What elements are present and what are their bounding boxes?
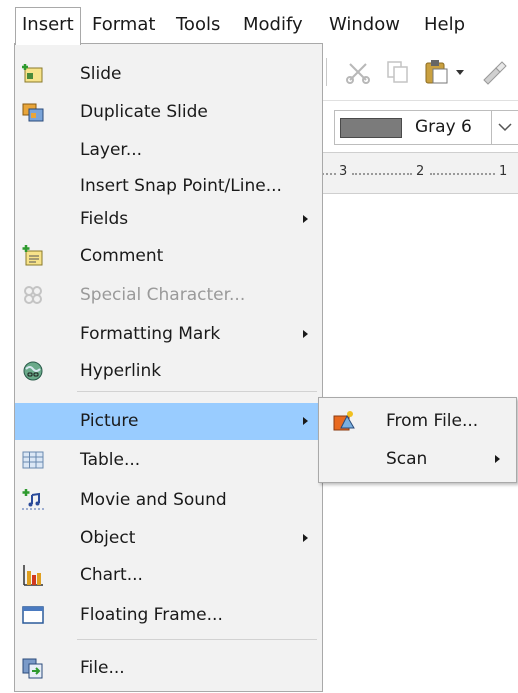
clone-formatting-icon[interactable]: [480, 58, 508, 86]
ruler-dots: [430, 173, 495, 176]
menu-item-label: Formatting Mark: [80, 324, 221, 344]
line-fill-toolbar: Gray 6: [322, 100, 518, 153]
paste-icon[interactable]: [422, 58, 450, 86]
menu-item-label: Picture: [80, 411, 139, 431]
menu-tools[interactable]: Tools: [170, 8, 226, 42]
comment-icon: [22, 245, 44, 267]
copy-icon[interactable]: [384, 58, 412, 86]
table-icon: [22, 449, 44, 471]
menu-window[interactable]: Window: [323, 8, 406, 42]
ruler-tick-label: 3: [339, 164, 348, 179]
submenu-arrow-icon: [303, 215, 308, 223]
submenu-arrow-icon: [303, 534, 308, 542]
menu-item-floating-frame[interactable]: Floating Frame...: [15, 597, 322, 633]
menu-item-label: Object: [80, 528, 136, 548]
menu-item-label: Insert Snap Point/Line...: [80, 176, 282, 196]
menu-item-slide[interactable]: Slide: [15, 56, 322, 92]
menu-modify[interactable]: Modify: [237, 8, 309, 42]
submenu-arrow-icon: [303, 417, 308, 425]
submenu-arrow-icon: [495, 455, 500, 463]
picture-submenu: From File... Scan: [318, 397, 517, 483]
menu-help[interactable]: Help: [418, 8, 471, 42]
menu-item-fields[interactable]: Fields: [15, 201, 322, 237]
file-icon: [22, 657, 44, 679]
horizontal-ruler: 3 2 1: [322, 152, 518, 194]
menu-item-label: Layer...: [80, 140, 143, 160]
menu-item-label: Table...: [80, 450, 141, 470]
slide-icon: [22, 63, 44, 85]
fill-color-dropdown[interactable]: Gray 6: [334, 110, 518, 145]
menu-item-chart[interactable]: Chart...: [15, 557, 322, 593]
duplicate-slide-icon: [22, 101, 44, 123]
fill-color-label: Gray 6: [415, 117, 472, 137]
menu-item-duplicate-slide[interactable]: Duplicate Slide: [15, 94, 322, 130]
menu-item-picture[interactable]: Picture: [15, 403, 322, 440]
menu-item-label: Duplicate Slide: [80, 102, 208, 122]
hyperlink-icon: [22, 360, 44, 382]
floating-frame-icon: [22, 604, 44, 626]
chevron-down-icon[interactable]: [491, 110, 518, 145]
menu-item-special-character: Special Character...: [15, 277, 322, 313]
menu-item-label: Comment: [80, 246, 164, 266]
menu-item-label: Special Character...: [80, 285, 246, 305]
menu-item-label: Slide: [80, 64, 122, 84]
menu-item-label: Scan: [386, 449, 428, 469]
menu-insert[interactable]: Insert: [15, 7, 81, 45]
image-from-file-icon: [333, 410, 355, 432]
ruler-dots: [352, 173, 412, 176]
special-character-icon: [22, 284, 44, 306]
menu-bar: Insert Format Tools Modify Window Help: [0, 0, 518, 45]
color-swatch: [340, 118, 402, 138]
menu-item-table[interactable]: Table...: [15, 442, 322, 478]
menu-item-label: Movie and Sound: [80, 490, 227, 510]
menu-item-layer[interactable]: Layer...: [15, 132, 322, 168]
standard-toolbar: [322, 44, 518, 100]
ruler-tick-label: 1: [499, 164, 508, 179]
insert-menu: Slide Duplicate Slide Layer... Insert Sn…: [14, 43, 323, 692]
toolbar-separator: [326, 58, 327, 86]
ruler-tick-label: 2: [416, 164, 425, 179]
paste-dropdown-icon[interactable]: [454, 58, 466, 86]
chart-icon: [22, 564, 44, 586]
menu-format[interactable]: Format: [86, 8, 161, 42]
menu-item-comment[interactable]: Comment: [15, 238, 322, 274]
submenu-arrow-icon: [303, 330, 308, 338]
menu-separator: [77, 391, 317, 392]
menu-item-label: File...: [80, 658, 125, 678]
menu-item-label: Floating Frame...: [80, 605, 223, 625]
menu-item-label: From File...: [386, 411, 479, 431]
menu-item-label: Chart...: [80, 565, 143, 585]
cut-icon[interactable]: [344, 58, 372, 86]
menu-item-object[interactable]: Object: [15, 520, 322, 556]
menu-separator: [77, 639, 317, 640]
ruler-dots: [322, 173, 336, 176]
menu-item-hyperlink[interactable]: Hyperlink: [15, 353, 322, 389]
menu-item-snap-point[interactable]: Insert Snap Point/Line...: [15, 168, 322, 204]
menu-item-label: Fields: [80, 209, 129, 229]
movie-sound-icon: [22, 489, 44, 511]
menu-item-file[interactable]: File...: [15, 650, 322, 686]
menu-item-scan[interactable]: Scan: [319, 440, 516, 478]
window-edge: [0, 44, 14, 204]
menu-item-from-file[interactable]: From File...: [319, 402, 516, 440]
menu-item-formatting-mark[interactable]: Formatting Mark: [15, 316, 322, 352]
menu-item-label: Hyperlink: [80, 361, 162, 381]
menu-item-movie-sound[interactable]: Movie and Sound: [15, 482, 322, 518]
